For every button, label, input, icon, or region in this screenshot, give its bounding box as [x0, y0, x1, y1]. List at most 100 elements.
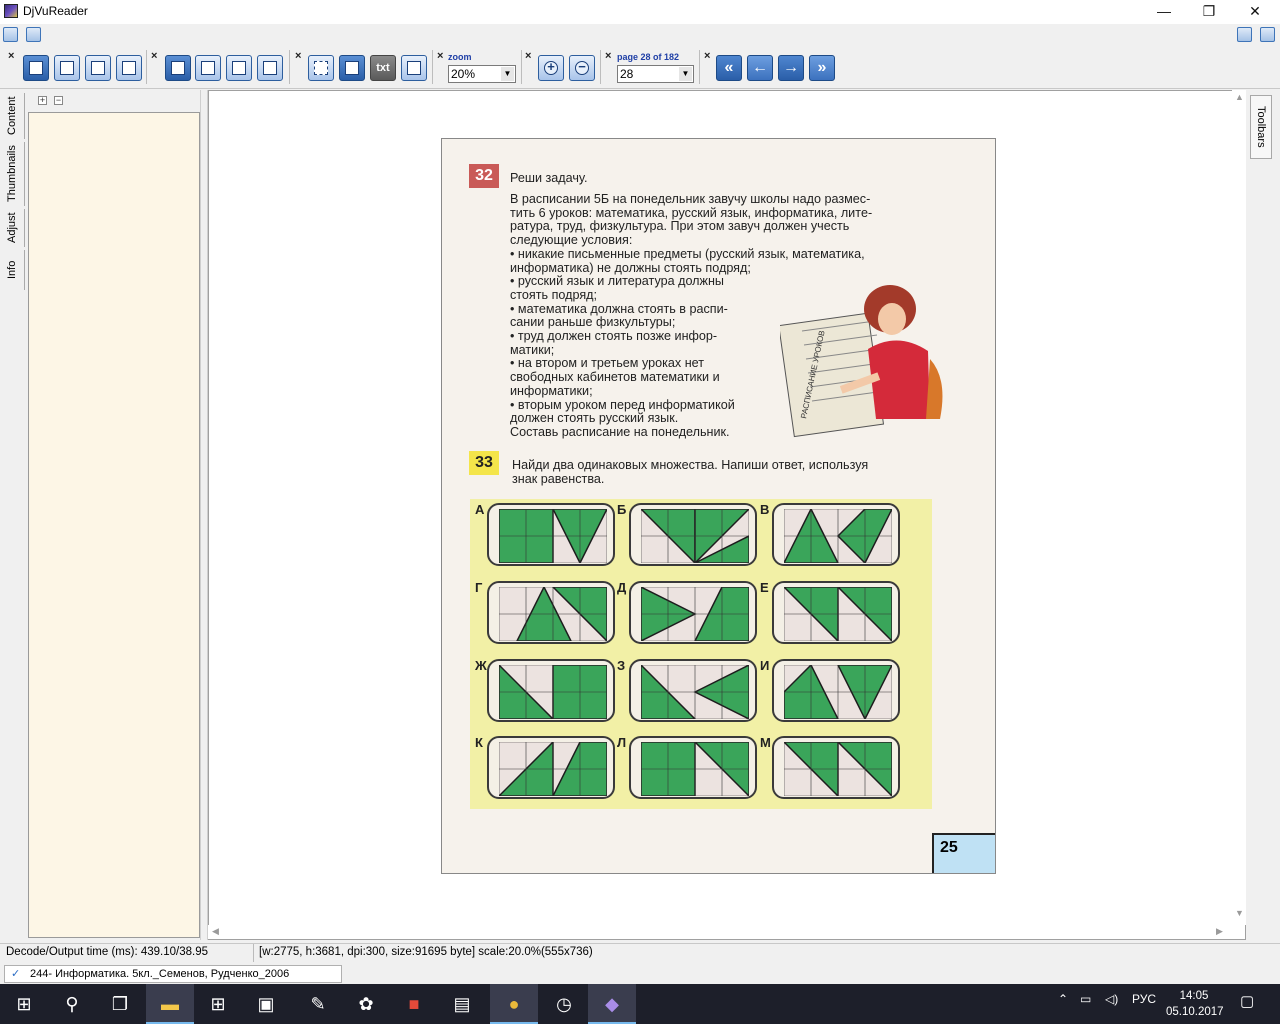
zoom-select[interactable]: 20% ▼ — [448, 65, 516, 83]
toolbar-group-close-icon[interactable]: × — [437, 50, 443, 62]
tab-thumbnails[interactable]: Thumbnails — [6, 142, 25, 206]
grid-view-button[interactable] — [257, 55, 283, 81]
restore-button[interactable]: ❐ — [1186, 0, 1232, 24]
search-button[interactable]: ⚲ — [48, 984, 96, 1024]
file-tab[interactable]: ✓ 244- Информатика. 5кл._Семенов, Рудчен… — [4, 965, 342, 996]
layout-tree-3-button[interactable] — [85, 55, 111, 81]
two-pages-button[interactable] — [195, 55, 221, 81]
vertical-scrollbar[interactable]: ▲ ▼ — [1232, 90, 1246, 925]
menu-strip — [0, 24, 1280, 44]
scroll-up-icon[interactable]: ▲ — [1235, 92, 1244, 102]
tray-chevron-icon[interactable]: ⌃ — [1058, 992, 1068, 1006]
minimize-button[interactable]: — — [1141, 0, 1187, 24]
figure-shapes — [784, 665, 892, 719]
previous-page-button[interactable]: ← — [747, 55, 773, 81]
next-page-button[interactable]: → — [778, 55, 804, 81]
select-icon — [314, 61, 328, 75]
image-mode-button[interactable] — [339, 55, 365, 81]
copy-icon — [407, 61, 421, 75]
tab-info[interactable]: Info — [6, 250, 25, 290]
figure-card — [487, 659, 615, 722]
figure-card-label: Д — [617, 580, 627, 595]
chevron-down-icon[interactable]: ▼ — [679, 67, 692, 81]
task-33-text: Найди два одинаковых множества. Напиши о… — [512, 458, 932, 486]
teacher-illustration: РАСПИСАНИЕ УРОКОВ — [780, 285, 943, 438]
text-mode-button[interactable]: txt — [370, 55, 396, 81]
text-line: • никакие письменные предметы (русский я… — [510, 246, 865, 261]
taskbar-app-6[interactable]: ■ — [390, 984, 438, 1024]
zoom-out-button[interactable]: − — [569, 55, 595, 81]
taskbar-app-5[interactable]: ✿ — [342, 984, 390, 1024]
zoom-out-icon: − — [575, 60, 589, 75]
taskbar-chrome[interactable]: ● — [490, 984, 538, 1024]
close-all-icon[interactable] — [1260, 27, 1275, 42]
figure-card-label: Г — [475, 580, 483, 595]
text-line: Найди два одинаковых множества. Напиши о… — [512, 458, 869, 472]
figure-card-label: В — [760, 502, 770, 517]
toolbar-group-close-icon[interactable]: × — [605, 50, 611, 62]
taskbar-app-3[interactable]: ▣ — [242, 984, 290, 1024]
start-button[interactable]: ⊞ — [0, 984, 48, 1024]
toolbar-separator — [146, 50, 147, 84]
content-panel[interactable] — [28, 112, 200, 938]
figure-card-label: Л — [617, 735, 627, 750]
expand-all-icon[interactable]: + — [38, 96, 47, 105]
toolbar-group-close-icon[interactable]: × — [8, 50, 14, 62]
toolbars-label: Toolbars — [1255, 106, 1267, 148]
first-page-button[interactable]: « — [716, 55, 742, 81]
single-page-button[interactable] — [165, 55, 191, 81]
document-icon[interactable] — [26, 27, 41, 42]
figure-shapes — [784, 742, 892, 796]
tab-adjust[interactable]: Adjust — [6, 209, 25, 247]
tab-content[interactable]: Content — [6, 93, 25, 139]
open-file-icon[interactable] — [3, 27, 18, 42]
close-button[interactable]: ✕ — [1232, 0, 1278, 24]
copy-button[interactable] — [401, 55, 427, 81]
taskbar-app-4[interactable]: ✎ — [294, 984, 342, 1024]
layout-tree-2-button[interactable] — [54, 55, 80, 81]
zoom-label: zoom — [448, 52, 472, 62]
paint-icon: ✎ — [310, 994, 326, 1014]
figure-shapes — [641, 742, 749, 796]
tree-icon — [29, 61, 43, 75]
notifications-icon[interactable]: ▢ — [1240, 992, 1254, 1010]
layout-tree-4-button[interactable] — [116, 55, 142, 81]
language-indicator[interactable]: РУС — [1132, 992, 1156, 1006]
taskbar-djvureader[interactable]: ◆ — [588, 984, 636, 1024]
taskbar-app-9[interactable]: ◷ — [540, 984, 588, 1024]
tree-icon — [122, 61, 136, 75]
grid-icon — [263, 61, 277, 75]
tree-icon — [60, 61, 74, 75]
figure-card — [629, 581, 757, 644]
toolbar-group-close-icon[interactable]: × — [295, 50, 301, 62]
taskbar-app-7[interactable]: ▤ — [438, 984, 486, 1024]
last-page-button[interactable]: » — [809, 55, 835, 81]
page-select[interactable]: 28 ▼ — [617, 65, 694, 83]
palette-icon: ✿ — [358, 994, 374, 1014]
horizontal-scrollbar[interactable]: ◀ ▶ — [208, 925, 1232, 939]
scroll-right-icon[interactable]: ▶ — [1216, 926, 1223, 937]
collapse-all-icon[interactable]: − — [54, 96, 63, 105]
toolbar-group-close-icon[interactable]: × — [704, 50, 710, 62]
chevron-down-icon[interactable]: ▼ — [501, 67, 514, 81]
scroll-left-icon[interactable]: ◀ — [212, 926, 219, 937]
layout-tree-1-button[interactable] — [23, 55, 49, 81]
scroll-down-icon[interactable]: ▼ — [1235, 908, 1244, 918]
tree-icon — [91, 61, 105, 75]
toolbar-group-close-icon[interactable]: × — [151, 50, 157, 62]
panel-splitter[interactable] — [200, 90, 208, 940]
continuous-button[interactable] — [226, 55, 252, 81]
close-document-icon[interactable] — [1237, 27, 1252, 42]
taskbar-explorer[interactable]: ▬ — [146, 984, 194, 1024]
last-page-icon: » — [817, 59, 827, 76]
zoom-in-button[interactable]: + — [538, 55, 564, 81]
toolbar-group-close-icon[interactable]: × — [525, 50, 531, 62]
clock[interactable]: 14:05 05.10.2017 — [1166, 988, 1224, 1020]
select-area-button[interactable] — [308, 55, 334, 81]
taskbar-store[interactable]: ⊞ — [194, 984, 242, 1024]
toolbar-separator — [521, 50, 522, 84]
task-view-button[interactable]: ❐ — [96, 984, 144, 1024]
tab-toolbars[interactable]: Toolbars — [1250, 95, 1272, 159]
volume-icon[interactable]: ◁) — [1105, 992, 1118, 1006]
network-icon[interactable]: ▭ — [1080, 992, 1091, 1006]
